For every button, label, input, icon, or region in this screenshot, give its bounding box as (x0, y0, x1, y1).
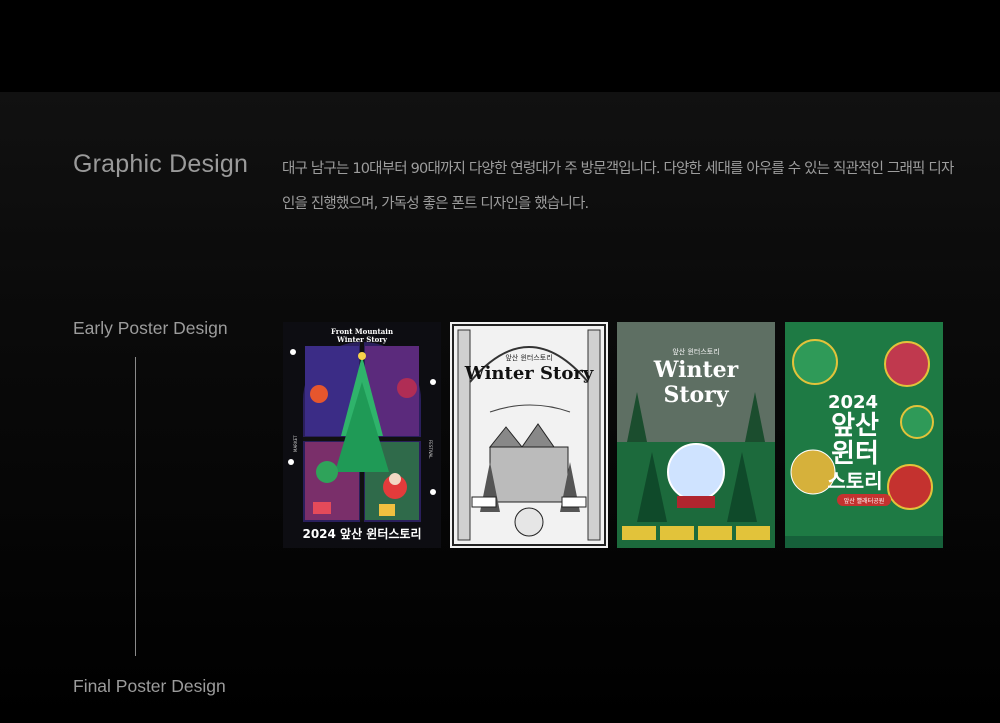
section-title: Graphic Design (73, 150, 249, 178)
section-description: 대구 남구는 10대부터 90대까지 다양한 연령대가 주 방문객입니다. 다양… (282, 161, 954, 212)
poster-3-art: 앞산 윈터스토리 Winter Story (617, 322, 775, 548)
poster-2-art: 앞산 윈터스토리 Winter Story (450, 322, 608, 548)
poster-4-badge: 앞산 빨래터공원 (844, 497, 885, 505)
poster-1[interactable]: Front Mountain Winter Story 2024 앞산 윈터스토… (283, 322, 441, 548)
poster-3-title1: Winter (653, 357, 739, 383)
poster-4[interactable]: 2024 앞산 윈터 스토리 앞산 빨래터공원 (785, 322, 943, 548)
poster-1-art: Front Mountain Winter Story 2024 앞산 윈터스토… (283, 322, 441, 548)
poster-2-title: Winter Story (464, 363, 594, 384)
poster-4-line2: 윈터 (831, 439, 879, 469)
poster-1-footer: 2024 앞산 윈터스토리 (302, 526, 421, 541)
top-bar (0, 0, 1000, 92)
timeline-line (135, 357, 136, 656)
poster-1-side-left: MARKET (293, 435, 298, 452)
poster-4-art: 2024 앞산 윈터 스토리 앞산 빨래터공원 (785, 322, 943, 548)
poster-3-title2: Story (663, 382, 729, 408)
poster-1-side-right: FESTIVAL (428, 440, 433, 459)
poster-3[interactable]: 앞산 윈터스토리 Winter Story (617, 322, 775, 548)
poster-1-header2: Winter Story (336, 335, 388, 344)
poster-3-kicker: 앞산 윈터스토리 (672, 347, 719, 356)
final-poster-label: Final Poster Design (73, 676, 226, 696)
poster-2[interactable]: 앞산 윈터스토리 Winter Story (450, 322, 608, 548)
poster-4-year: 2024 (828, 392, 878, 413)
poster-4-line1: 앞산 (831, 411, 879, 441)
early-poster-label: Early Poster Design (73, 318, 228, 338)
poster-4-line3: 스토리 (827, 469, 882, 493)
poster-2-kicker: 앞산 윈터스토리 (505, 353, 552, 362)
